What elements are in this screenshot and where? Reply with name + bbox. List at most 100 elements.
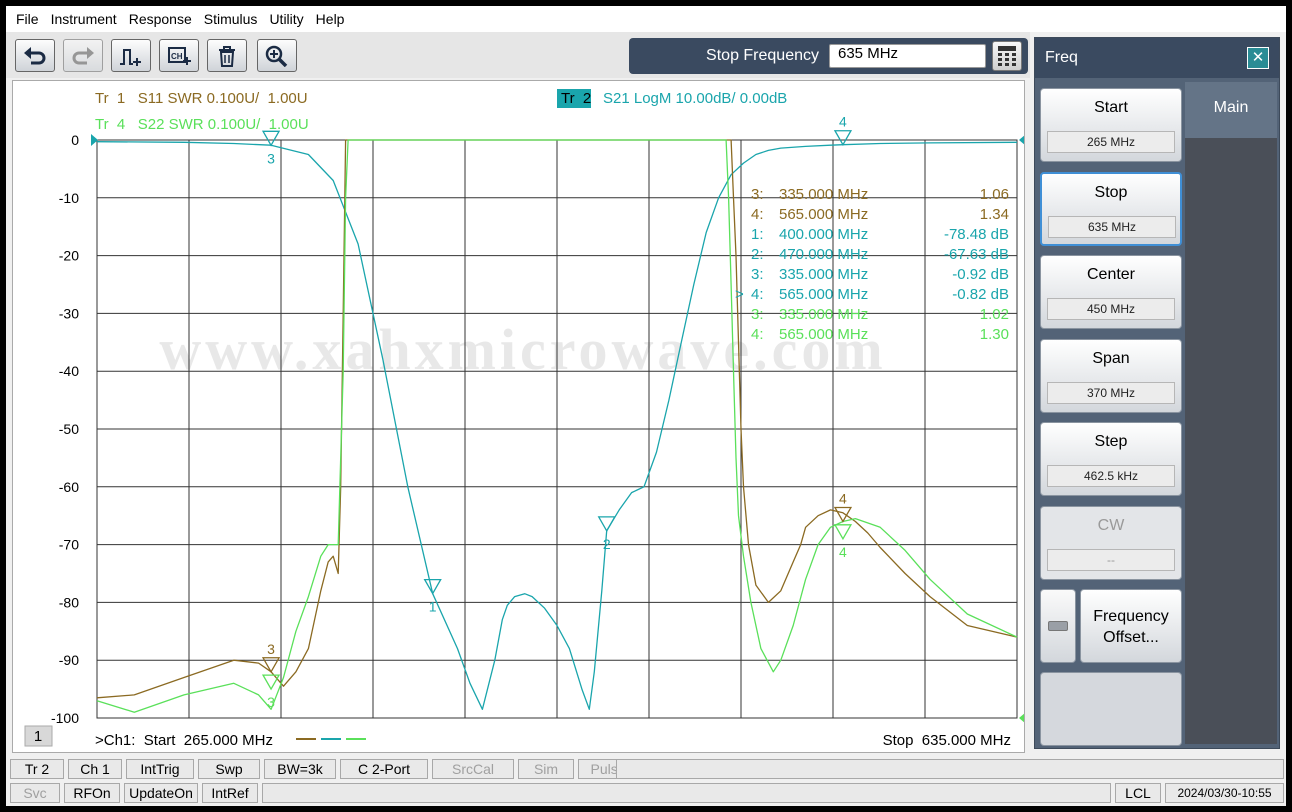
y-tick-label: -100	[51, 710, 79, 726]
marker-table-id: 4:	[751, 286, 764, 303]
softkey-value: 370 MHz	[1047, 381, 1175, 404]
zoom-icon	[265, 45, 288, 67]
undo-icon	[24, 46, 46, 64]
marker-label: 3	[267, 694, 275, 710]
status-filler	[616, 759, 1284, 779]
y-tick-label: 0	[71, 132, 79, 148]
active-trace-tag: Tr 2	[561, 90, 591, 107]
marker-label: 2	[603, 536, 611, 552]
softkey-label: Span	[1092, 349, 1130, 367]
delete-button[interactable]	[207, 39, 247, 72]
marker-table-frequency: 335.000 MHz	[779, 306, 868, 323]
menu-help[interactable]: Help	[310, 6, 351, 32]
menu-instrument[interactable]: Instrument	[45, 6, 123, 32]
status-srccal: SrcCal	[432, 759, 514, 779]
status-tr-2[interactable]: Tr 2	[10, 759, 64, 779]
marker-table-frequency: 565.000 MHz	[779, 326, 868, 343]
lcl-indicator: LCL	[1115, 783, 1161, 803]
trace-header: Tr 4 S22 SWR 0.100U/ 1.00U	[95, 116, 309, 133]
softkey-start[interactable]: Start 265 MHz	[1040, 88, 1182, 162]
y-tick-label: -90	[59, 652, 79, 668]
close-icon[interactable]: ✕	[1247, 47, 1269, 69]
marker-table-id: 3:	[751, 266, 764, 283]
softkey-label: Center	[1086, 266, 1136, 283]
svg-text:CH: CH	[171, 52, 183, 61]
toggle-indicator-icon	[1048, 621, 1068, 631]
frequency-offset-toggle[interactable]	[1040, 589, 1076, 663]
status-bw-3k[interactable]: BW=3k	[264, 759, 336, 779]
toolbar: CH Stop Frequency 635 MHz	[6, 32, 1030, 78]
redo-button[interactable]	[63, 39, 103, 72]
undo-button[interactable]	[15, 39, 55, 72]
softkey-step[interactable]: Step 462.5 kHz	[1040, 422, 1182, 496]
status-bar-top: Tr 2 Ch 1 IntTrig Swp BW=3k C 2-Port SrcCal Sim…	[6, 758, 1286, 780]
softkey-label: Step	[1094, 433, 1128, 450]
menu-file[interactable]: File	[10, 6, 45, 32]
softkey-span[interactable]: Span 370 MHz	[1040, 338, 1182, 413]
panel-title: Freq	[1045, 49, 1078, 66]
trace-headers: Tr 1 S11 SWR 0.100U/ 1.00U Tr 4 S22 SWR 0…	[95, 89, 787, 133]
freq-softkey-panel: Freq ✕ Main Start 265 MHz Stop 635 MHz Cente…	[1034, 37, 1280, 749]
empty-softkey	[1040, 672, 1182, 746]
y-tick-label: -80	[59, 594, 79, 610]
y-tick-label: -10	[59, 190, 79, 206]
marker-table-active-flag: >	[735, 286, 744, 303]
status-intref[interactable]: IntRef	[202, 783, 258, 803]
frequency-offset-label-line2: Offset...	[1103, 629, 1159, 646]
vna-application: File Instrument Response Stimulus Utilit…	[6, 6, 1286, 806]
marker-table-id: 4:	[751, 206, 764, 223]
marker-table-frequency: 335.000 MHz	[779, 266, 868, 283]
channel-add-icon: CH	[168, 46, 191, 65]
zoom-button[interactable]	[257, 39, 297, 72]
add-marker-icon	[120, 48, 141, 66]
menu-utility[interactable]: Utility	[263, 6, 309, 32]
marker-label: 3	[267, 641, 275, 657]
frequency-offset-button[interactable]: Frequency Offset...	[1080, 589, 1182, 663]
entry-label: Stop Frequency	[706, 47, 819, 64]
menu-bar: File Instrument Response Stimulus Utilit…	[6, 6, 1286, 32]
marker-table-id: 3:	[751, 306, 764, 323]
softkey-value: 450 MHz	[1047, 298, 1175, 320]
status-c-2-port[interactable]: C 2-Port	[340, 759, 428, 779]
softkey-value: --	[1047, 548, 1175, 571]
status-rfon[interactable]: RFOn	[64, 783, 120, 803]
menu-stimulus[interactable]: Stimulus	[198, 6, 264, 32]
plot-footer: 1 >Ch1: Start 265.000 MHz Stop 635.000 MHz	[24, 725, 1011, 749]
marker-table-frequency: 565.000 MHz	[779, 206, 868, 223]
redo-icon	[72, 46, 94, 64]
calculator-button[interactable]	[992, 41, 1022, 71]
marker-table-frequency: 565.000 MHz	[779, 286, 868, 303]
status-updateon[interactable]: UpdateOn	[124, 783, 198, 803]
marker-triangle-icon	[261, 674, 281, 691]
marker-table-id: 4:	[751, 326, 764, 343]
y-tick-label: -30	[59, 305, 79, 321]
tab-main[interactable]: Main	[1185, 82, 1277, 138]
marker-table-frequency: 400.000 MHz	[779, 226, 868, 243]
status-inttrig[interactable]: IntTrig	[126, 759, 194, 779]
y-tick-label: -40	[59, 363, 79, 379]
status-filler	[262, 783, 1111, 803]
channel-add-button[interactable]: CH	[159, 39, 199, 72]
status-sim: Sim	[518, 759, 574, 779]
panel-title-bar: Freq ✕	[1035, 38, 1279, 78]
marker-triangle-icon	[833, 506, 853, 523]
add-marker-button[interactable]	[111, 39, 151, 72]
entry-input[interactable]: 635 MHz	[829, 44, 986, 68]
softkey-stop[interactable]: Stop 635 MHz	[1040, 171, 1182, 246]
marker-label: 4	[839, 544, 847, 560]
keypad-icon	[998, 46, 1016, 66]
marker-label: 4	[839, 114, 847, 130]
frequency-offset-label-line1: Frequency	[1093, 608, 1169, 625]
active-entry-box: Stop Frequency 635 MHz	[629, 38, 1028, 74]
measurement-window[interactable]: www.xahxmicrowave.com 0 -10 -20 -30 -40 -50 -6…	[12, 80, 1025, 753]
softkey-label: Start	[1094, 99, 1128, 116]
softkey-center[interactable]: Center 450 MHz	[1040, 255, 1182, 329]
marker-table-value: 1.02	[980, 306, 1009, 323]
status-swp[interactable]: Swp	[198, 759, 260, 779]
trace-plot[interactable]: www.xahxmicrowave.com 0 -10 -20 -30 -40 -50 -6…	[13, 81, 1024, 752]
marker-triangle-icon	[261, 130, 281, 147]
marker-table-value: -67.63 dB	[944, 246, 1009, 263]
menu-response[interactable]: Response	[123, 6, 198, 32]
status-ch-1[interactable]: Ch 1	[68, 759, 122, 779]
reference-s22-arrow-icon	[1019, 713, 1024, 723]
